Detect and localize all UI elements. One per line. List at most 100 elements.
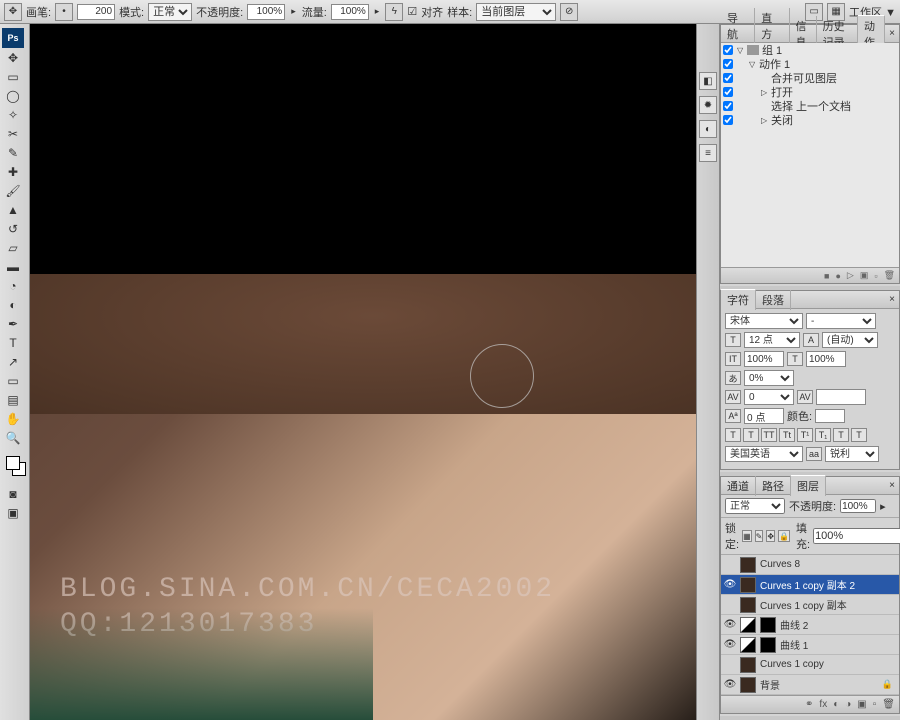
airbrush-icon[interactable]: ϟ (385, 3, 403, 21)
layer-row[interactable]: 👁背景🔒 (721, 675, 899, 695)
stamp-tool-icon[interactable]: ▲ (2, 201, 24, 219)
visibility-icon[interactable]: 👁 (723, 618, 737, 632)
action-row[interactable]: 选择 上一个文档 (721, 99, 899, 113)
history-brush-icon[interactable]: ↺ (2, 220, 24, 238)
flow-arrow-icon[interactable]: ▸ (373, 6, 382, 17)
layer-opacity-input[interactable] (840, 499, 876, 513)
pen-tool-icon[interactable]: ✒ (2, 315, 24, 333)
lock-all-icon[interactable]: 🔒 (778, 530, 790, 542)
new-action-icon[interactable]: ▫ (874, 271, 877, 281)
hscale-input[interactable] (806, 351, 846, 367)
visibility-icon[interactable] (723, 598, 737, 612)
action-toggle[interactable] (723, 73, 733, 83)
rail-icon-3[interactable]: ◐ (699, 120, 717, 138)
strike-icon[interactable]: T (851, 428, 867, 442)
leading-select[interactable]: (自动) (822, 332, 878, 348)
delete-layer-icon[interactable]: 🗑 (882, 699, 895, 710)
new-layer-icon[interactable]: ▫ (873, 699, 877, 710)
fx-icon[interactable]: fx (819, 699, 827, 710)
opacity-arrow-icon[interactable]: ▸ (880, 500, 886, 513)
opacity-arrow-icon[interactable]: ▸ (289, 6, 298, 17)
tab-layers[interactable]: 图层 (791, 475, 826, 496)
superscript-icon[interactable]: T¹ (797, 428, 813, 442)
visibility-icon[interactable]: 👁 (723, 678, 737, 692)
underline-icon[interactable]: T (833, 428, 849, 442)
marquee-tool-icon[interactable]: ▭ (2, 68, 24, 86)
text-color-swatch[interactable] (815, 409, 845, 423)
dodge-tool-icon[interactable]: ◐ (2, 296, 24, 314)
quickmask-icon[interactable]: ◙ (2, 485, 24, 503)
color-swatches[interactable] (6, 456, 26, 484)
new-set-icon[interactable]: ▣ (860, 270, 869, 281)
action-toggle[interactable] (723, 59, 733, 69)
baseline-input[interactable] (744, 408, 784, 424)
flow-input[interactable] (331, 4, 369, 20)
align-checkbox-label[interactable]: ☑ (407, 5, 417, 18)
bold-icon[interactable]: T (725, 428, 741, 442)
layer-row[interactable]: Curves 1 copy (721, 655, 899, 675)
kerning-select[interactable]: 0% (744, 370, 794, 386)
visibility-icon[interactable] (723, 558, 737, 572)
italic-icon[interactable]: T (743, 428, 759, 442)
lasso-tool-icon[interactable]: ◯ (2, 87, 24, 105)
path-tool-icon[interactable]: ↗ (2, 353, 24, 371)
trash-icon[interactable]: 🗑 (884, 270, 895, 281)
blend-mode-select[interactable]: 正常 (148, 3, 192, 21)
canvas[interactable]: BLOG.SINA.COM.CN/CECA2002 QQ:1213017383 (30, 24, 716, 720)
ps-logo-icon[interactable]: Ps (2, 28, 24, 48)
action-row[interactable]: ▽动作 1 (721, 57, 899, 71)
tracking2-input[interactable] (816, 389, 866, 405)
layer-blend-select[interactable]: 正常 (725, 498, 785, 514)
blur-tool-icon[interactable]: ◔ (2, 277, 24, 295)
action-toggle[interactable] (723, 87, 733, 97)
play-icon[interactable]: ▷ (847, 270, 854, 281)
rail-icon-1[interactable]: ◧ (699, 72, 717, 90)
zoom-tool-icon[interactable]: 🔍 (2, 429, 24, 447)
tab-channels[interactable]: 通道 (721, 476, 756, 496)
lock-pixels-icon[interactable]: ✎ (755, 530, 764, 542)
brush-preview-icon[interactable]: • (55, 3, 73, 21)
type-tool-icon[interactable]: T (2, 334, 24, 352)
brush-tool-icon[interactable]: 🖌 (2, 182, 24, 200)
visibility-icon[interactable] (723, 658, 737, 672)
close-icon[interactable]: × (885, 480, 899, 491)
vscale-input[interactable] (744, 351, 784, 367)
fill-input[interactable] (813, 528, 900, 544)
eyedropper-tool-icon[interactable]: ✎ (2, 144, 24, 162)
opacity-input[interactable] (247, 4, 285, 20)
hand-tool-icon[interactable]: ✋ (2, 410, 24, 428)
rail-icon-4[interactable]: ≡ (699, 144, 717, 162)
layer-row[interactable]: Curves 8 (721, 555, 899, 575)
adjustment-icon[interactable]: ◑ (845, 699, 851, 710)
antialias-select[interactable]: 锐利 (825, 446, 879, 462)
font-size-select[interactable]: 12 点 (744, 332, 800, 348)
action-row[interactable]: 合并可见图层 (721, 71, 899, 85)
action-row[interactable]: ▽组 1 (721, 43, 899, 57)
move-tool-icon[interactable]: ✥ (2, 49, 24, 67)
screenmode-tool-icon[interactable]: ▣ (2, 504, 24, 522)
close-icon[interactable]: × (885, 294, 899, 305)
action-row[interactable]: ▷打开 (721, 85, 899, 99)
tool-preset-icon[interactable]: ✥ (4, 3, 22, 21)
brush-size-input[interactable] (77, 4, 115, 20)
record-icon[interactable]: ● (835, 271, 840, 281)
rail-icon-2[interactable]: ✹ (699, 96, 717, 114)
gradient-tool-icon[interactable]: ▬ (2, 258, 24, 276)
tab-paths[interactable]: 路径 (756, 476, 791, 496)
layer-row[interactable]: Curves 1 copy 副本 (721, 595, 899, 615)
font-family-select[interactable]: 宋体 (725, 313, 803, 329)
link-icon[interactable]: ⚭ (805, 699, 813, 710)
shape-tool-icon[interactable]: ▭ (2, 372, 24, 390)
stop-icon[interactable]: ■ (824, 271, 829, 281)
smallcaps-icon[interactable]: Tt (779, 428, 795, 442)
eraser-tool-icon[interactable]: ▱ (2, 239, 24, 257)
action-toggle[interactable] (723, 101, 733, 111)
notes-tool-icon[interactable]: ▤ (2, 391, 24, 409)
layer-row[interactable]: 👁曲线 2 (721, 615, 899, 635)
lock-transparency-icon[interactable]: ▦ (742, 530, 752, 542)
sample-select[interactable]: 当前图层 (476, 3, 556, 21)
crop-tool-icon[interactable]: ✂ (2, 125, 24, 143)
font-style-select[interactable]: - (806, 313, 876, 329)
language-select[interactable]: 美国英语 (725, 446, 803, 462)
visibility-icon[interactable]: 👁 (723, 578, 737, 592)
